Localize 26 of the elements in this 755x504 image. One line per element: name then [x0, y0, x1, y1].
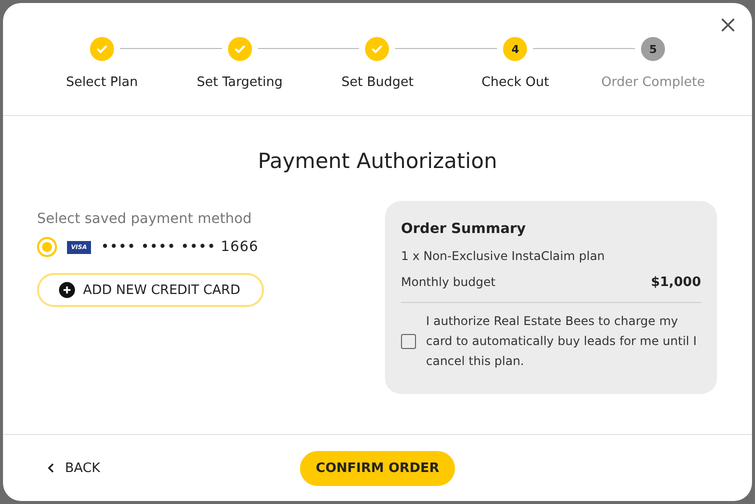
radio-button[interactable] [37, 237, 57, 257]
add-card-button[interactable]: ADD NEW CREDIT CARD [37, 273, 264, 307]
step-label: Check Out [481, 75, 550, 90]
card-number: •••• •••• •••• 1666 [100, 239, 258, 255]
dialog-title: Payment Authorization [256, 149, 498, 173]
check-icon [234, 43, 246, 55]
budget-label: Monthly budget [401, 275, 496, 290]
back-button[interactable]: BACK [43, 456, 104, 480]
step-indicator: 4 [503, 37, 528, 61]
confirm-order-button[interactable]: CONFIRM ORDER [300, 450, 456, 486]
plus-icon [59, 282, 75, 298]
step-indicator: 5 [641, 37, 666, 61]
step-label: Order Complete [601, 75, 705, 90]
chevron-left-icon [47, 463, 55, 473]
budget-value: $1,000 [650, 275, 701, 290]
step-label: Select Plan [66, 75, 138, 90]
step-label: Set Targeting [196, 75, 283, 90]
check-icon [96, 43, 108, 55]
close-icon [720, 17, 736, 33]
checkbox[interactable] [401, 334, 416, 348]
step-label: Set Budget [341, 75, 414, 90]
plan-item: 1 x Non-Exclusive InstaClaim plan [401, 249, 606, 263]
check-icon [371, 43, 384, 55]
section-label: Select saved payment method [37, 211, 252, 227]
authorization-text: I authorize Real Estate Bees to charge my card to automatically buy leads for me until I cancel this plan. [426, 313, 698, 370]
summary-title: Order Summary [401, 221, 527, 237]
